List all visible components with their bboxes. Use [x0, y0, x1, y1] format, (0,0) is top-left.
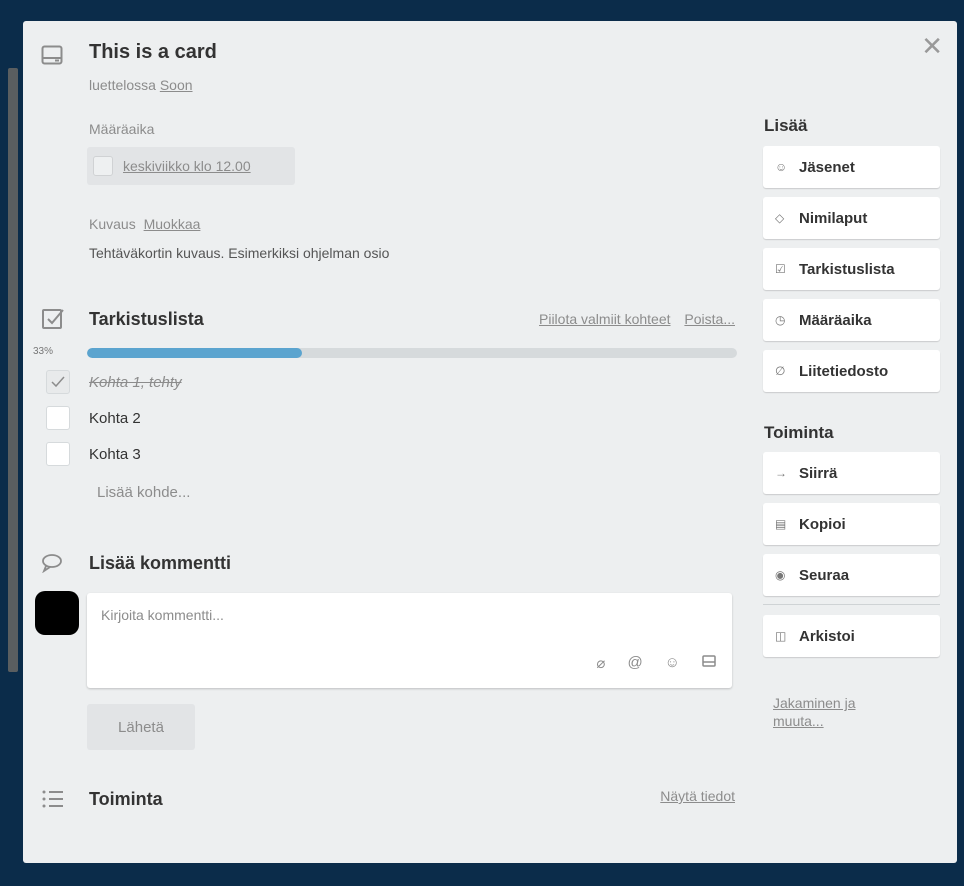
due-date-chip[interactable]: keskiviikko klo 12.00 [87, 147, 295, 185]
sidebar-add-heading: Lisää [764, 116, 808, 135]
checklist-item-text[interactable]: Kohta 3 [89, 446, 141, 463]
due-date-button-label: Määräaika [799, 311, 872, 329]
attachment-button[interactable]: ∅ Liitetiedosto [763, 350, 940, 392]
description-edit-link[interactable]: Muokkaa [144, 216, 201, 232]
check-icon [51, 376, 65, 388]
list-link[interactable]: Soon [160, 77, 193, 93]
card-icon[interactable] [702, 654, 716, 672]
watch-label: Seuraa [799, 566, 850, 584]
comment-placeholder: Kirjoita kommentti... [101, 607, 224, 623]
checklist-progress-bar [87, 348, 737, 358]
at-icon[interactable]: @ [627, 654, 642, 672]
checklist-progress-fill [87, 348, 302, 358]
show-details-link[interactable]: Näytä tiedot [660, 788, 735, 804]
checklist-item-text[interactable]: Kohta 2 [89, 410, 141, 427]
checklist-item-checkbox[interactable] [46, 370, 70, 394]
watch-button[interactable]: ◉ Seuraa [763, 554, 940, 596]
labels-button[interactable]: ◇ Nimilaput [763, 197, 940, 239]
clock-icon: ◷ [775, 313, 786, 327]
sidebar-actions-heading: Toiminta [764, 423, 834, 442]
checklist-item-checkbox[interactable] [46, 442, 70, 466]
add-comment-title: Lisää kommentti [89, 553, 232, 573]
description-text[interactable]: Tehtäväkortin kuvaus. Esimerkiksi ohjelm… [89, 245, 389, 261]
close-icon[interactable]: ✕ [921, 33, 943, 59]
copy-label: Kopioi [799, 515, 846, 533]
checklist-item-text[interactable]: Kohta 1, tehty [89, 374, 182, 391]
description-header: Kuvaus Muokkaa [89, 216, 200, 232]
comment-icon [41, 553, 63, 573]
eye-icon: ◉ [775, 568, 786, 582]
due-date-button[interactable]: ◷ Määräaika [763, 299, 940, 341]
delete-checklist-link[interactable]: Poista... [684, 311, 735, 327]
share-and-more-link[interactable]: Jakaminen ja muuta... [773, 694, 903, 730]
checklist-label: Tarkistuslista [799, 260, 895, 278]
checklist-item[interactable]: Kohta 3 [46, 441, 141, 467]
archive-label: Arkistoi [799, 627, 855, 645]
checklist-percent: 33% [33, 346, 54, 357]
checklist-item-checkbox[interactable] [46, 406, 70, 430]
avatar[interactable] [35, 591, 79, 635]
card-title[interactable]: This is a card [89, 41, 217, 64]
move-label: Siirrä [799, 464, 838, 482]
card-icon: ▤ [775, 517, 787, 531]
paperclip-icon: ∅ [775, 364, 786, 378]
comment-input[interactable]: Kirjoita kommentti... ⌀ @ ☺ [87, 593, 732, 688]
archive-icon: ◫ [775, 629, 787, 643]
background-board-strip [8, 68, 18, 672]
checkbox-icon: ☑ [775, 262, 786, 276]
activity-list-icon [41, 789, 65, 809]
emoji-icon[interactable]: ☺ [665, 654, 680, 672]
sidebar-divider [763, 604, 940, 605]
arrow-right-icon: → [775, 466, 787, 480]
card-list-info: luettelossa Soon [89, 77, 193, 93]
person-icon: ☺ [775, 160, 788, 174]
due-complete-checkbox[interactable] [93, 156, 113, 176]
card-icon [41, 45, 63, 65]
members-label: Jäsenet [799, 158, 855, 176]
paperclip-icon[interactable]: ⌀ [596, 654, 605, 672]
move-button[interactable]: → Siirrä [763, 452, 940, 494]
add-checklist-item[interactable]: Lisää kohde... [97, 484, 190, 501]
tag-icon: ◇ [775, 211, 785, 225]
labels-label: Nimilaput [799, 209, 868, 227]
archive-button[interactable]: ◫ Arkistoi [763, 615, 940, 657]
checklist-title[interactable]: Tarkistuslista [89, 309, 204, 330]
in-list-prefix: luettelossa [89, 77, 156, 93]
checklist-icon [41, 307, 65, 331]
activity-title: Toiminta [89, 789, 163, 809]
due-date-label: Määräaika [89, 121, 155, 137]
checklist-button[interactable]: ☑ Tarkistuslista [763, 248, 940, 290]
description-label: Kuvaus [89, 216, 136, 232]
send-comment-button[interactable]: Lähetä [87, 704, 195, 750]
members-button[interactable]: ☺ Jäsenet [763, 146, 940, 188]
hide-completed-link[interactable]: Piilota valmiit kohteet [539, 311, 671, 327]
checklist-item[interactable]: Kohta 2 [46, 405, 141, 431]
attachment-label: Liitetiedosto [799, 362, 889, 380]
copy-button[interactable]: ▤ Kopioi [763, 503, 940, 545]
checklist-item[interactable]: Kohta 1, tehty [46, 369, 182, 395]
card-detail-modal: ✕ This is a card luettelossa Soon Määräa… [23, 21, 957, 863]
checklist-actions: Piilota valmiit kohteet Poista... [529, 311, 735, 327]
comment-tools: ⌀ @ ☺ [596, 654, 716, 672]
due-date-value[interactable]: keskiviikko klo 12.00 [123, 158, 251, 174]
